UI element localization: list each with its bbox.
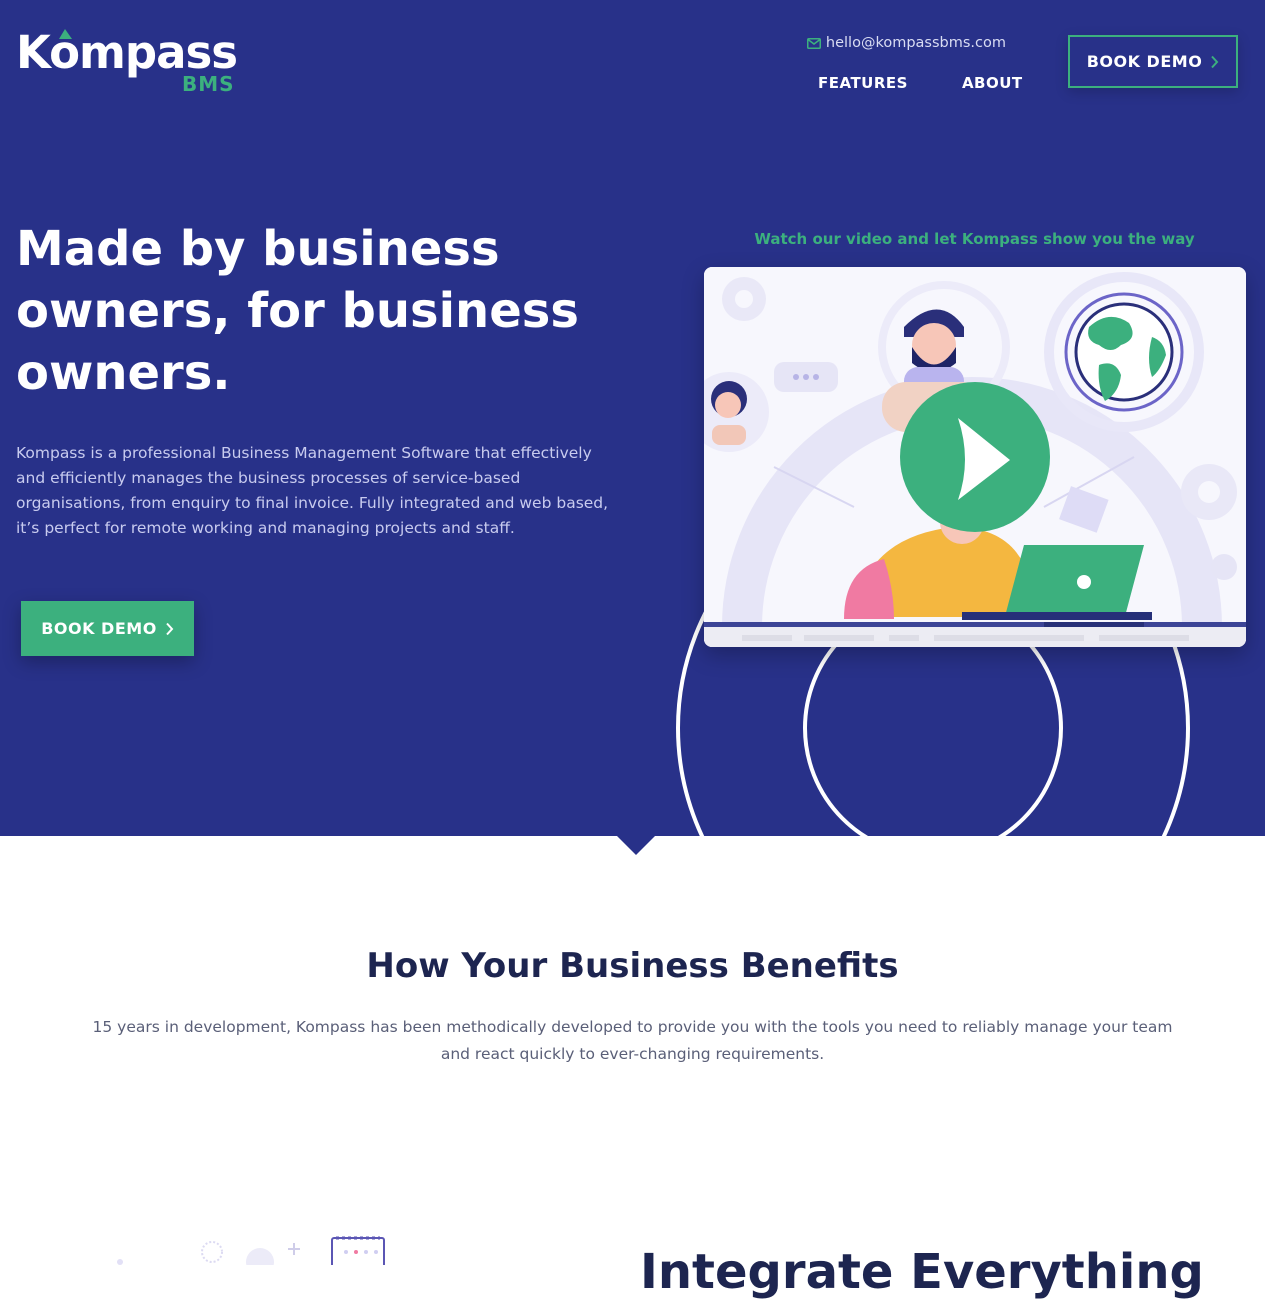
logo-arrow-icon — [59, 29, 72, 39]
contact-email[interactable]: hello@kompassbms.com — [806, 35, 1006, 51]
hero-book-demo-button[interactable]: BOOK DEMO — [21, 601, 194, 656]
chevron-right-icon — [1211, 55, 1219, 68]
play-icon — [958, 418, 1010, 500]
hero-lead: Kompass is a professional Business Manag… — [16, 444, 609, 537]
hero-headline: Made by business owners, for business ow… — [16, 221, 579, 401]
integrate-title: Integrate Everything — [640, 1244, 1204, 1300]
kompass-logo[interactable]: Kompass BMS — [16, 26, 238, 97]
play-button[interactable] — [900, 382, 1050, 532]
header-book-demo-button[interactable]: BOOK DEMO — [1068, 35, 1238, 88]
contact-email-text: hello@kompassbms.com — [825, 35, 1006, 51]
hero-book-demo-label: BOOK DEMO — [41, 619, 157, 638]
video-caption: Watch our video and let Kompass show you… — [754, 230, 1195, 248]
integrate-illustration — [117, 1236, 385, 1265]
nav-about[interactable]: ABOUT — [962, 74, 1023, 92]
benefits-text: 15 years in development, Kompass has bee… — [92, 1018, 1173, 1063]
mail-icon — [806, 37, 821, 49]
logo-wordmark: Kompass — [16, 26, 238, 79]
chevron-right-icon — [166, 622, 174, 635]
nav-features[interactable]: FEATURES — [818, 74, 908, 92]
hero-section: Kompass BMS hello@kompassbms.com FEATURE… — [0, 0, 1265, 836]
hero-notch — [616, 835, 656, 855]
header-book-demo-label: BOOK DEMO — [1086, 52, 1203, 71]
benefits-title: How Your Business Benefits — [366, 946, 899, 986]
logo-subtitle: BMS — [182, 72, 235, 96]
main-nav: FEATURES ABOUT — [818, 74, 1077, 92]
